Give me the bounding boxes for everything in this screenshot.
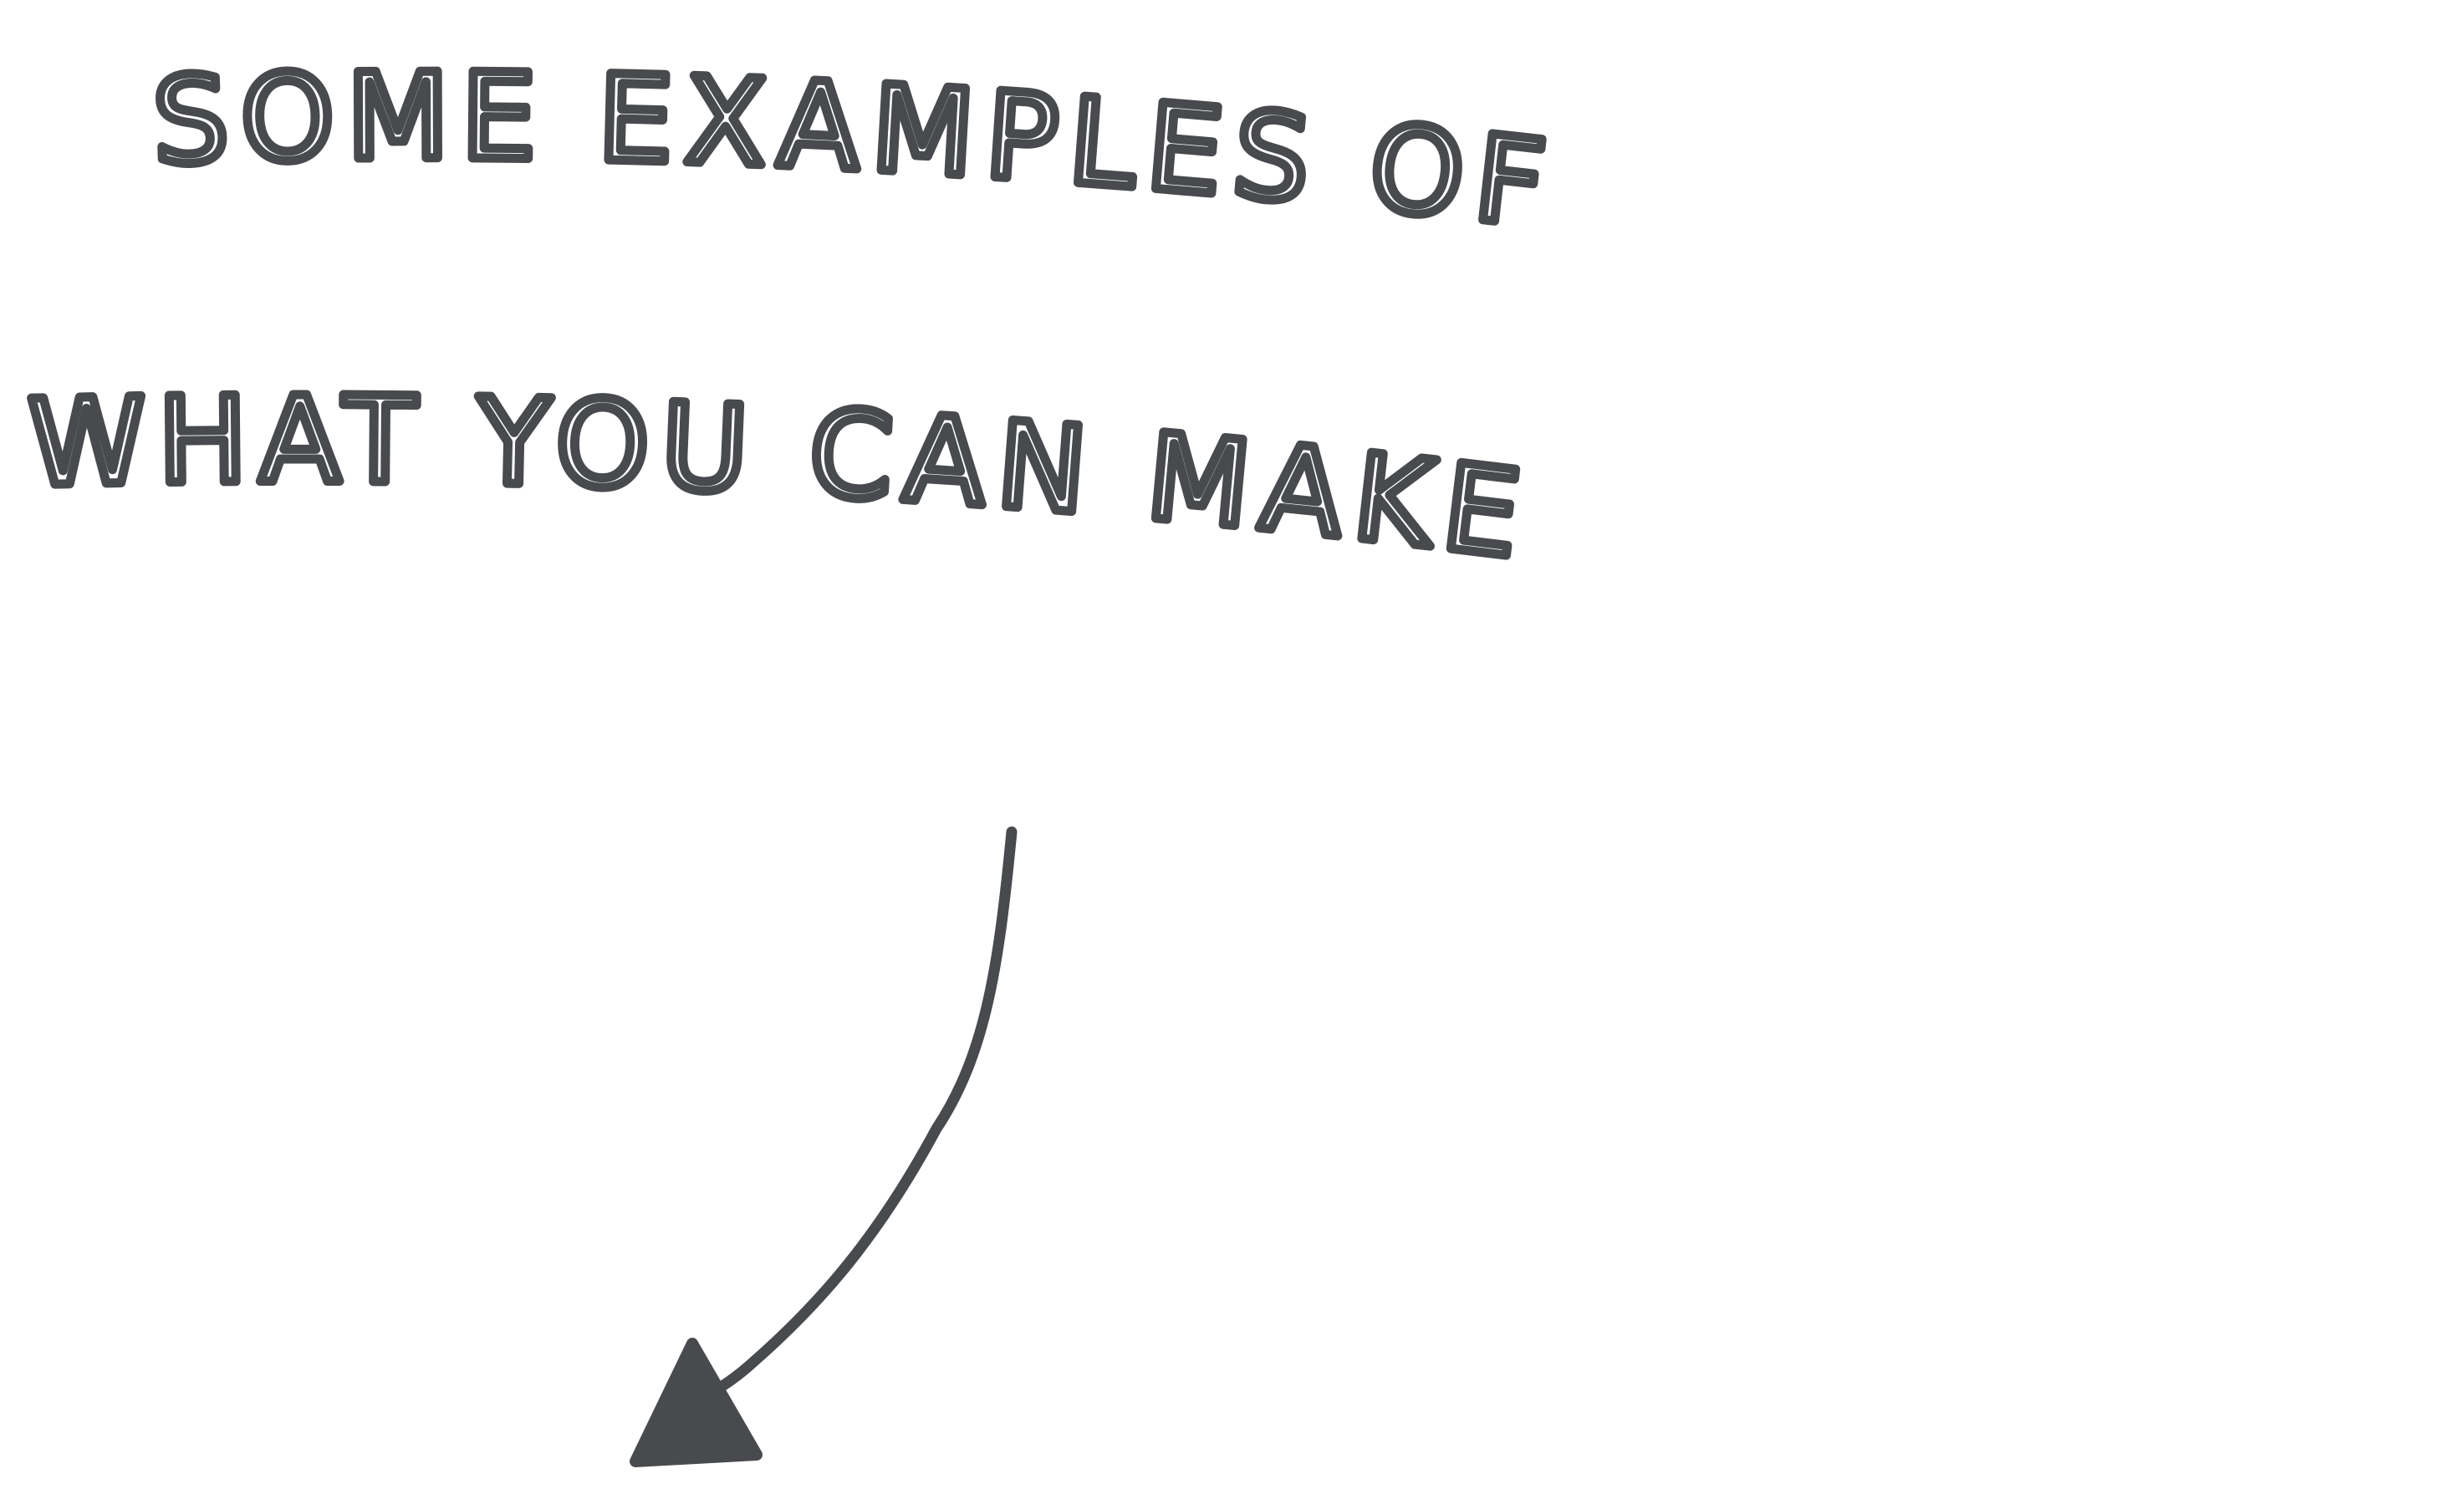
arrow-shaft bbox=[705, 826, 1018, 1399]
headline-line-1-text: SOME EXAMPLES OF bbox=[146, 43, 1556, 260]
headline-line-2-text: WHAT YOU CAN MAKE bbox=[23, 367, 1532, 590]
sketch-canvas: SOME EXAMPLES OF WHAT YOU CAN MAKE bbox=[23, 43, 1563, 1467]
headline-line-2: WHAT YOU CAN MAKE bbox=[27, 372, 1538, 586]
headline-line-1: SOME EXAMPLES OF bbox=[150, 48, 1563, 256]
arrowhead bbox=[630, 1338, 763, 1467]
curved-arrow-icon bbox=[630, 826, 1018, 1467]
